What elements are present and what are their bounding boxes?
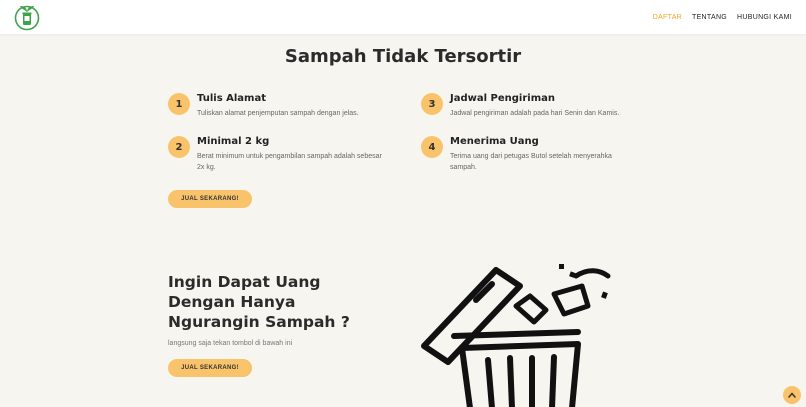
step-title: Minimal 2 kg	[197, 136, 270, 147]
step-title: Tulis Alamat	[197, 93, 266, 104]
promo-title-line: Dengan Hanya	[168, 293, 296, 311]
sell-now-button-promo[interactable]: JUAL SEKARANG!	[168, 359, 252, 377]
section-title: Sampah Tidak Tersortir	[284, 46, 522, 67]
nav-link-tentang[interactable]: TENTANG	[692, 14, 727, 21]
promo-title: Ingin Dapat Uang Dengan Hanya Ngurangin …	[168, 272, 388, 332]
step-description: Jadwal pengiriman adalah pada hari Senin…	[450, 110, 620, 117]
step-description: Tuliskan alamat penjemputan sampah denga…	[197, 110, 359, 117]
step-title: Menerima Uang	[450, 136, 539, 147]
step-number-badge: 3	[421, 93, 443, 115]
step-description: Berat minimum untuk pengambilan sampah a…	[197, 153, 382, 171]
nav-link-hubungi-kami[interactable]: HUBUNGI KAMI	[737, 14, 792, 21]
promo-subtitle: langsung saja tekan tombol di bawah ini	[168, 340, 293, 347]
promo-title-line: Ingin Dapat Uang	[168, 273, 321, 291]
chevron-up-icon	[788, 392, 796, 398]
step-description: Terima uang dari petugas Butol setelah m…	[450, 153, 612, 171]
scroll-to-top-button[interactable]	[783, 386, 801, 404]
navbar: DAFTAR TENTANG HUBUNGI KAMI	[0, 0, 806, 34]
step-number-badge: 4	[421, 136, 443, 158]
recycle-bin-leaf-icon[interactable]	[14, 3, 40, 31]
nav-links: DAFTAR TENTANG HUBUNGI KAMI	[653, 0, 792, 34]
sell-now-button[interactable]: JUAL SEKARANG!	[168, 190, 252, 208]
step-number-badge: 1	[168, 93, 190, 115]
nav-link-daftar[interactable]: DAFTAR	[653, 14, 682, 21]
step-number-badge: 2	[168, 136, 190, 158]
step-title: Jadwal Pengiriman	[450, 93, 555, 104]
trash-can-icon	[418, 258, 628, 407]
promo-title-line: Ngurangin Sampah ?	[168, 313, 350, 331]
